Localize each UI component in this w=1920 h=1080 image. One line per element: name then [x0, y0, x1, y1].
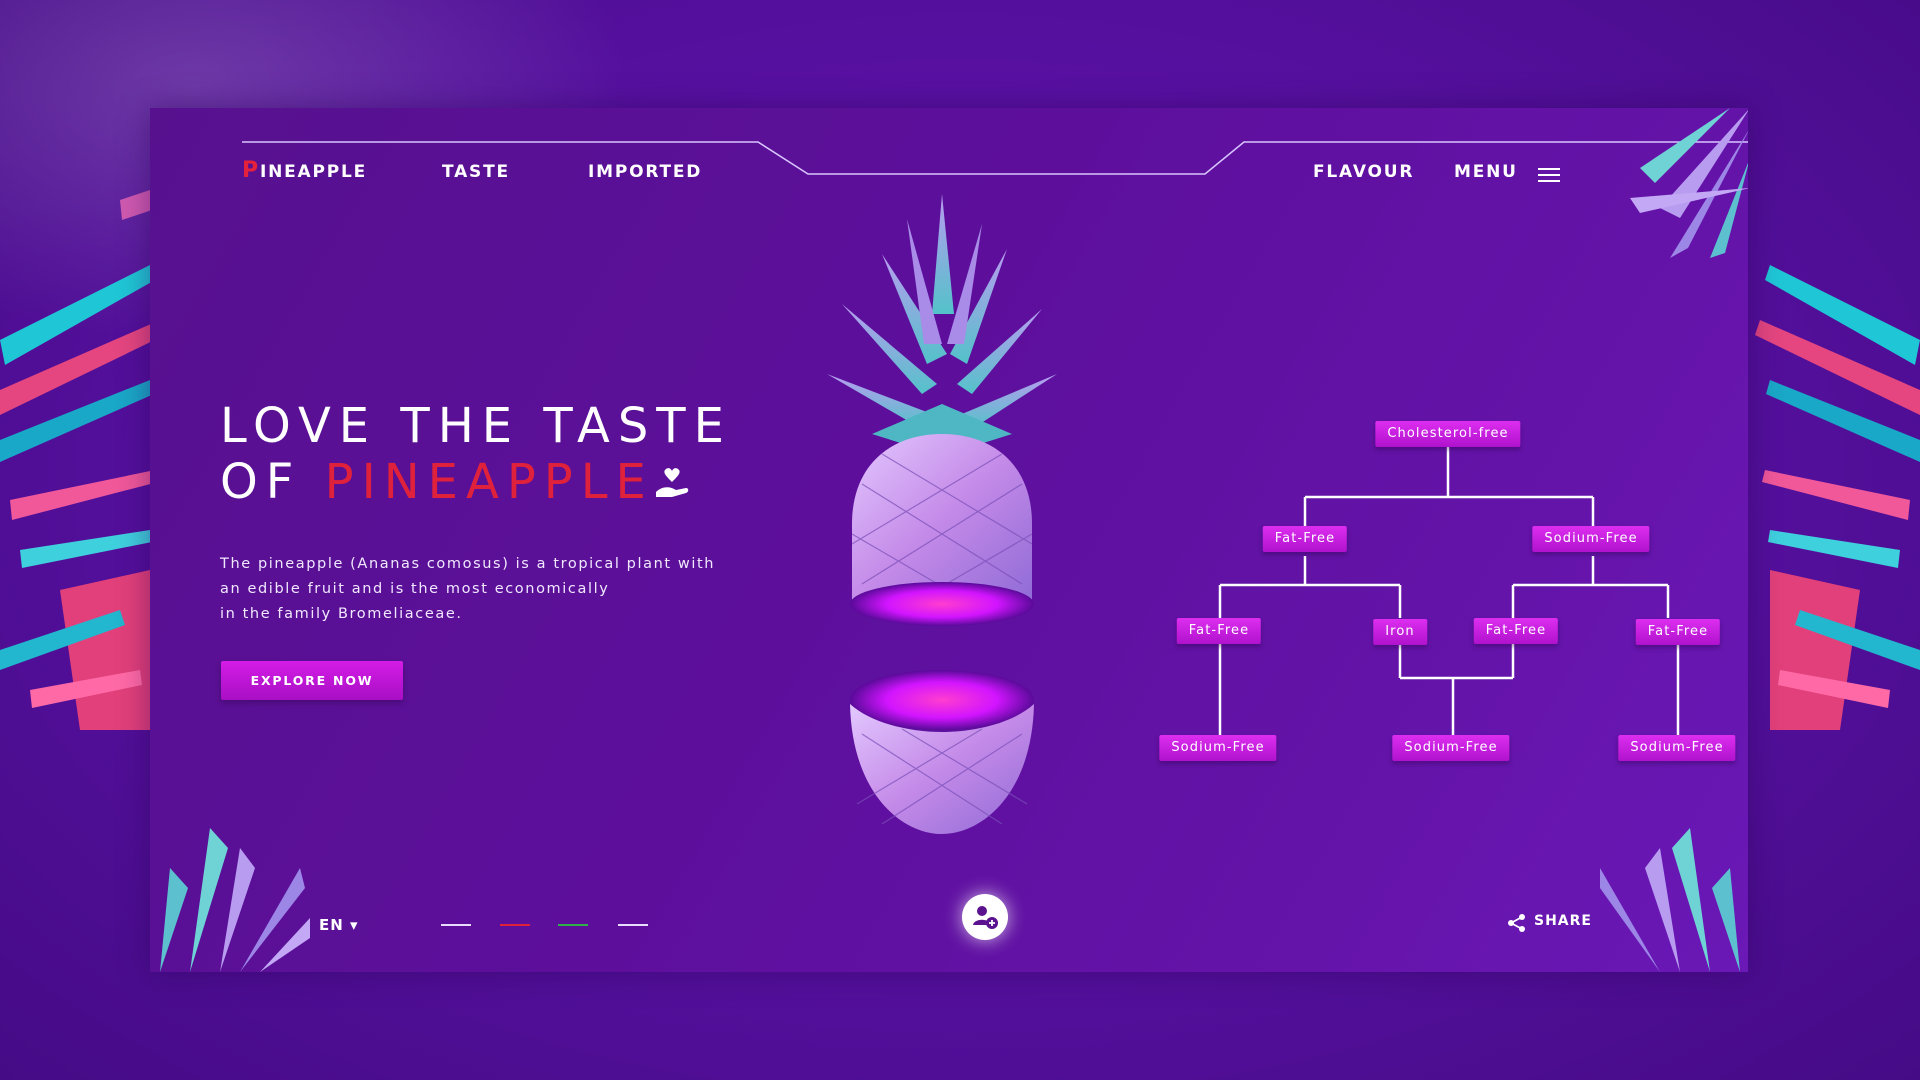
tree-node-iron[interactable]: Iron [1373, 619, 1427, 645]
tree-node-fat-free[interactable]: Fat-Free [1473, 618, 1559, 644]
right-leaves-decoration [1755, 265, 1920, 730]
slide-indicator-1[interactable] [441, 924, 471, 926]
slide-indicator-3[interactable] [558, 924, 588, 926]
share-label[interactable]: SHARE [1534, 913, 1592, 929]
hero-card: PINEAPPLE TASTE IMPORTED FLAVOUR MENU LO… [150, 108, 1748, 972]
add-user-icon [973, 906, 998, 929]
tree-node-sodium-free[interactable]: Sodium-Free [1618, 735, 1736, 761]
slide-indicator-2[interactable] [500, 924, 530, 926]
tree-node-sodium-free[interactable]: Sodium-Free [1532, 526, 1650, 552]
tree-node-fat-free[interactable]: Fat-Free [1635, 619, 1721, 645]
tree-node-fat-free[interactable]: Fat-Free [1262, 526, 1348, 552]
tree-node-root[interactable]: Cholesterol-free [1375, 421, 1521, 447]
tree-node-fat-free[interactable]: Fat-Free [1176, 618, 1262, 644]
tree-node-sodium-free[interactable]: Sodium-Free [1392, 735, 1510, 761]
tree-node-sodium-free[interactable]: Sodium-Free [1159, 735, 1277, 761]
slide-indicator-4[interactable] [618, 924, 648, 926]
language-selector[interactable]: EN ▾ [319, 916, 359, 934]
share-icon[interactable] [1507, 913, 1527, 933]
add-user-button[interactable] [962, 894, 1008, 940]
tree-connectors [1218, 447, 1680, 738]
